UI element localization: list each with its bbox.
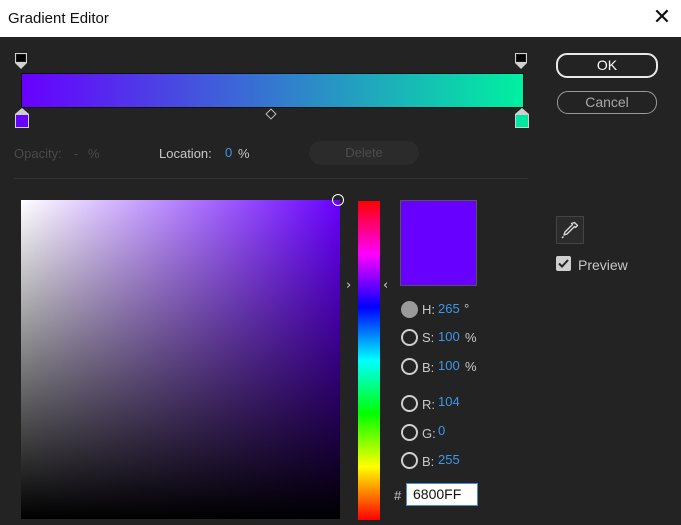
color-field-cursor[interactable]	[332, 194, 344, 206]
location-unit: %	[238, 146, 250, 161]
hue-radio[interactable]	[401, 301, 418, 318]
location-label: Location:	[159, 146, 212, 161]
opacity-stop-right[interactable]	[515, 53, 527, 69]
hue-slider-left-arrow-icon[interactable]: ›	[346, 278, 351, 293]
h-value[interactable]: 265	[438, 301, 460, 316]
delete-stop-button[interactable]: Delete	[309, 141, 419, 165]
s-value[interactable]: 100	[438, 329, 460, 344]
title-bar: Gradient Editor ✕	[0, 0, 681, 37]
blue-label: B:	[422, 454, 435, 469]
color-stop-left[interactable]	[15, 108, 29, 128]
opacity-label: Opacity:	[14, 146, 62, 161]
red-radio[interactable]	[401, 395, 418, 412]
h-label: H:	[422, 302, 435, 317]
window-title: Gradient Editor	[8, 10, 109, 27]
color-stop-right[interactable]	[515, 108, 529, 128]
blue-radio[interactable]	[401, 452, 418, 469]
green-radio[interactable]	[401, 424, 418, 441]
hue-slider-right-arrow-icon[interactable]: ‹	[383, 278, 388, 293]
opacity-unit: %	[88, 146, 100, 161]
saturation-radio[interactable]	[401, 329, 418, 346]
r-label: R:	[422, 397, 435, 412]
brightness-radio[interactable]	[401, 358, 418, 375]
gradient-midpoint-handle[interactable]	[265, 108, 277, 120]
opacity-stop-left[interactable]	[15, 53, 27, 69]
divider	[14, 178, 528, 179]
h-unit: °	[464, 301, 470, 316]
blue-value[interactable]: 255	[438, 452, 460, 467]
r-value[interactable]: 104	[438, 394, 460, 409]
b-label: B:	[422, 360, 435, 375]
gradient-preview-bar[interactable]	[21, 73, 524, 108]
opacity-value: -	[74, 146, 79, 161]
g-label: G:	[422, 426, 436, 441]
preview-label: Preview	[578, 257, 628, 273]
saturation-brightness-field[interactable]	[21, 200, 340, 519]
g-value[interactable]: 0	[438, 423, 445, 438]
s-label: S:	[422, 330, 435, 345]
s-unit: %	[465, 330, 477, 345]
ok-button[interactable]: OK	[556, 53, 658, 78]
cancel-button[interactable]: Cancel	[557, 91, 657, 114]
hex-input[interactable]: 6800FF	[406, 483, 478, 506]
b-value[interactable]: 100	[438, 358, 460, 373]
close-icon[interactable]: ✕	[650, 6, 674, 30]
current-color-swatch	[400, 200, 477, 286]
b-unit: %	[465, 359, 477, 374]
hue-slider[interactable]	[358, 201, 380, 520]
location-value[interactable]: 0	[225, 145, 232, 160]
preview-checkbox[interactable]	[556, 256, 571, 271]
hex-prefix: #	[394, 488, 402, 503]
eyedropper-icon[interactable]	[556, 216, 584, 244]
